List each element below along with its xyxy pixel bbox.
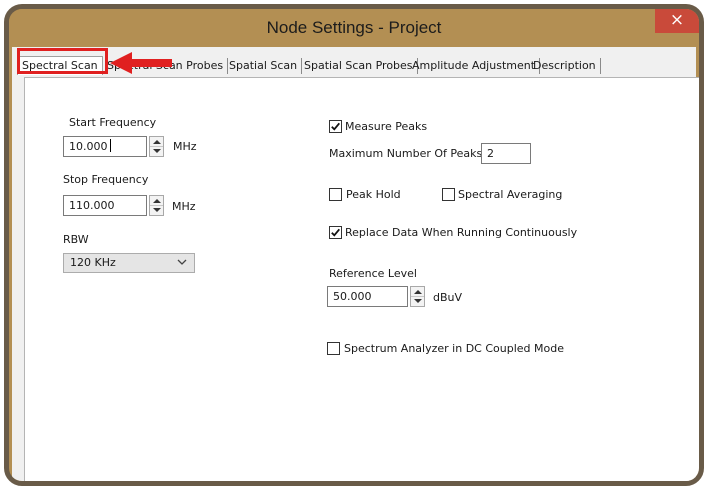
dc-coupled-label: Spectrum Analyzer in DC Coupled Mode (344, 342, 564, 355)
max-peaks-input[interactable]: 2 (481, 143, 531, 164)
reference-level-unit: dBuV (433, 291, 463, 304)
start-frequency-input[interactable]: 10.000 (63, 136, 147, 157)
tab-label: Spatial Scan (229, 59, 298, 72)
checkmark-icon (331, 228, 340, 237)
measure-peaks-label: Measure Peaks (345, 120, 428, 133)
chevron-down-icon (177, 259, 187, 265)
spin-up-icon[interactable] (411, 287, 424, 297)
start-frequency-spinner[interactable] (149, 136, 164, 157)
spectral-scan-panel: Start Frequency 10.000 MHz Stop Frequenc… (24, 77, 701, 486)
checkmark-icon (331, 122, 340, 131)
max-peaks-label: Maximum Number Of Peaks: (329, 147, 486, 160)
spin-down-icon[interactable] (150, 147, 163, 156)
peak-hold-checkbox[interactable] (329, 188, 342, 201)
peak-hold-label: Peak Hold (346, 188, 401, 201)
dialog-client-area: Spectral Scan Spectral Scan Probes Spati… (12, 47, 699, 481)
tab-spatial-scan-probes[interactable]: Spatial Scan Probes (300, 58, 418, 74)
stop-frequency-value: 110.000 (69, 199, 115, 212)
spin-down-icon[interactable] (411, 297, 424, 306)
stop-frequency-spinner[interactable] (149, 195, 164, 216)
tab-label: Spatial Scan Probes (304, 59, 413, 72)
node-settings-window: Node Settings - Project × Spectral Scan … (4, 4, 704, 486)
stop-frequency-unit: MHz (172, 200, 196, 213)
spin-up-icon[interactable] (150, 196, 163, 206)
tab-highlight-box (17, 48, 108, 74)
tab-spatial-scan[interactable]: Spatial Scan (225, 58, 303, 74)
start-frequency-unit: MHz (173, 140, 197, 153)
start-frequency-label: Start Frequency (69, 116, 157, 129)
reference-level-value: 50.000 (333, 290, 372, 303)
replace-data-label: Replace Data When Running Continuously (345, 226, 578, 239)
measure-peaks-checkbox[interactable] (329, 120, 342, 133)
stop-frequency-input[interactable]: 110.000 (63, 195, 147, 216)
reference-level-input[interactable]: 50.000 (327, 286, 408, 307)
left-arrow-icon (110, 52, 172, 74)
rbw-selected-value: 120 KHz (70, 256, 116, 269)
tab-description[interactable]: Description (529, 58, 601, 74)
dc-coupled-checkbox[interactable] (327, 342, 340, 355)
start-frequency-value: 10.000 (69, 140, 108, 153)
close-icon: × (669, 10, 685, 30)
reference-level-spinner[interactable] (410, 286, 425, 307)
tab-amplitude-adjustment[interactable]: Amplitude Adjustment (408, 58, 541, 74)
title-bar[interactable]: Node Settings - Project × (9, 9, 699, 45)
tab-label: Description (533, 59, 596, 72)
reference-level-label: Reference Level (329, 267, 417, 280)
stop-frequency-label: Stop Frequency (63, 173, 149, 186)
spectral-averaging-label: Spectral Averaging (458, 188, 563, 201)
text-cursor (109, 139, 111, 152)
close-button[interactable]: × (655, 9, 699, 33)
spin-up-icon[interactable] (150, 137, 163, 147)
tab-label: Amplitude Adjustment (412, 59, 536, 72)
spectral-averaging-checkbox[interactable] (442, 188, 455, 201)
window-title: Node Settings - Project (266, 18, 442, 37)
rbw-dropdown[interactable]: 120 KHz (63, 253, 195, 273)
rbw-label: RBW (63, 233, 89, 246)
spin-down-icon[interactable] (150, 206, 163, 215)
panel-edge (700, 78, 701, 486)
max-peaks-value: 2 (487, 147, 494, 160)
replace-data-checkbox[interactable] (329, 226, 342, 239)
